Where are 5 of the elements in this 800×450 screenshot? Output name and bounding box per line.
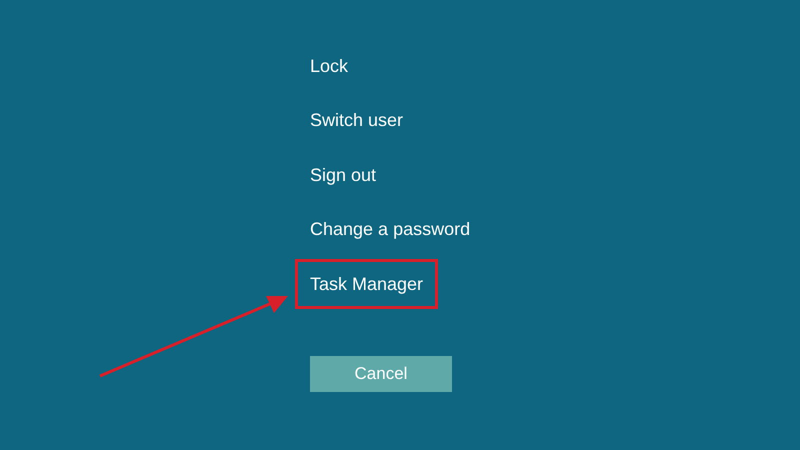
- menu-option[interactable]: Switch user: [295, 96, 418, 146]
- menu-option[interactable]: Lock: [295, 41, 364, 91]
- menu-option[interactable]: Change a password: [295, 204, 486, 254]
- menu-option[interactable]: Sign out: [295, 150, 392, 200]
- menu-option[interactable]: Task Manager: [295, 259, 438, 309]
